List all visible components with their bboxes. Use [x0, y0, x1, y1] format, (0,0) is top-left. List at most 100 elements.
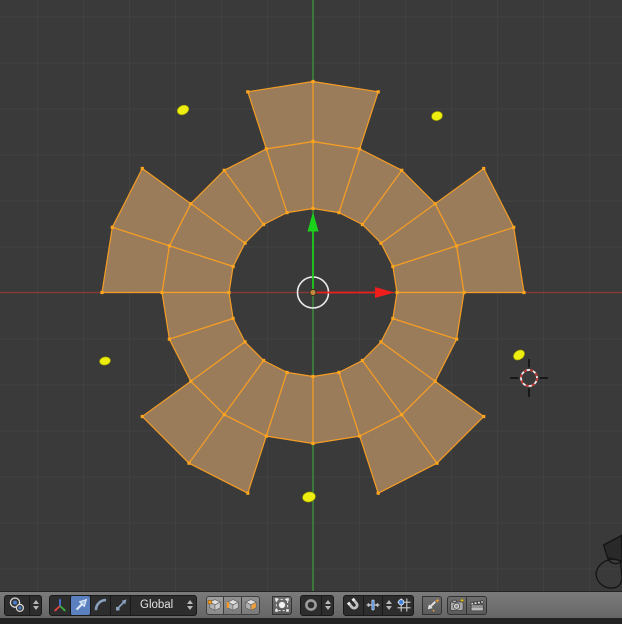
- scale-manipulator-button[interactable]: [110, 595, 130, 615]
- gear-vertex[interactable]: [264, 147, 268, 151]
- stepper-down-icon[interactable]: [385, 606, 392, 610]
- stepper-up-icon[interactable]: [385, 600, 392, 604]
- proportional-edit-stepper[interactable]: [321, 595, 333, 615]
- edge-select-icon: [226, 599, 239, 611]
- gear-vertex[interactable]: [160, 290, 164, 295]
- stepper-up-icon: [187, 600, 193, 604]
- gear-vertex[interactable]: [243, 241, 247, 245]
- translate-manipulator-button[interactable]: [70, 595, 90, 615]
- vertex-select-icon: [207, 599, 221, 611]
- mesh-select-mode: [206, 595, 260, 615]
- gear-vertex[interactable]: [140, 414, 144, 419]
- gear-vertex[interactable]: [311, 139, 315, 144]
- gear-vertex[interactable]: [337, 370, 341, 374]
- gear-vertex[interactable]: [522, 290, 526, 295]
- gear-vertex[interactable]: [311, 441, 315, 446]
- orientation-dropdown[interactable]: Global: [130, 595, 196, 615]
- snap-target-icon: [397, 598, 410, 612]
- rotate-manipulator-button[interactable]: [90, 595, 110, 615]
- gear-vertex[interactable]: [167, 244, 171, 248]
- gear-vertex[interactable]: [337, 211, 341, 215]
- manipulator-toggle-button[interactable]: [50, 596, 70, 615]
- gear-vertex[interactable]: [311, 206, 315, 211]
- clapper-icon: [469, 600, 484, 612]
- gear-vertex[interactable]: [311, 79, 315, 84]
- gear-vertex[interactable]: [482, 166, 486, 171]
- gear-vertex[interactable]: [246, 491, 250, 495]
- vertex-select-button[interactable]: [206, 595, 224, 615]
- gear-vertex[interactable]: [311, 374, 315, 379]
- gear-vertex[interactable]: [379, 340, 383, 344]
- stepper-down-icon[interactable]: [32, 606, 39, 610]
- camera-icon: [450, 597, 465, 611]
- gear-vertex[interactable]: [222, 168, 226, 172]
- gear-vertex[interactable]: [455, 244, 459, 248]
- 3d-viewport[interactable]: [0, 0, 622, 591]
- gear-vertex[interactable]: [246, 90, 250, 94]
- snap-target-button[interactable]: [394, 596, 413, 615]
- gear-vertex[interactable]: [187, 461, 191, 465]
- snap-toggle-button[interactable]: [344, 596, 363, 615]
- gear-vertex[interactable]: [167, 337, 171, 341]
- face-select-icon: [244, 599, 257, 611]
- gear-vertex[interactable]: [391, 316, 395, 321]
- face-select-button[interactable]: [242, 595, 260, 615]
- gear-vertex[interactable]: [231, 316, 235, 321]
- gear-vertex[interactable]: [455, 337, 459, 341]
- occlude-toggle: [272, 595, 292, 615]
- snap-element-stepper[interactable]: [382, 595, 394, 615]
- gear-vertex[interactable]: [462, 290, 466, 295]
- proportional-edit-button[interactable]: [301, 596, 321, 615]
- gear-vertex[interactable]: [360, 358, 364, 363]
- gear-vertex[interactable]: [435, 461, 439, 465]
- snap-element-button[interactable]: [363, 595, 382, 615]
- gear-vertex[interactable]: [262, 358, 266, 363]
- gear-vertex[interactable]: [243, 340, 247, 344]
- gear-vertex[interactable]: [400, 168, 404, 172]
- gear-vertex[interactable]: [379, 241, 383, 245]
- gear-vertex[interactable]: [262, 222, 266, 227]
- gear-vertex[interactable]: [433, 379, 437, 383]
- proportional-editing: [300, 594, 334, 616]
- gear-vertex[interactable]: [140, 166, 144, 171]
- stepper-up-icon[interactable]: [324, 600, 331, 604]
- gear-vertex[interactable]: [285, 370, 289, 374]
- gear-vertex[interactable]: [231, 264, 235, 269]
- gear-vertex[interactable]: [285, 211, 289, 215]
- scale-icon: [115, 599, 127, 611]
- gear-vertex[interactable]: [264, 434, 268, 438]
- gear-vertex[interactable]: [482, 414, 486, 419]
- gear-vertex[interactable]: [100, 290, 104, 295]
- gear-vertex[interactable]: [395, 290, 399, 295]
- gear-vertex[interactable]: [222, 413, 226, 417]
- gear-vertex[interactable]: [400, 413, 404, 417]
- opengl-render-still-button[interactable]: [447, 595, 467, 615]
- gear-vertex[interactable]: [512, 225, 516, 229]
- editor-type-selector: [4, 594, 42, 616]
- gear-vertex[interactable]: [433, 202, 437, 206]
- gear-vertex[interactable]: [189, 379, 193, 383]
- editor-type-button[interactable]: [5, 596, 29, 615]
- opengl-render-anim-button[interactable]: [467, 595, 487, 615]
- magnet-icon: [346, 597, 358, 610]
- gear-vertex[interactable]: [391, 264, 395, 269]
- viewport-header-toolbar: Global: [0, 591, 622, 618]
- orientation-stepper[interactable]: [187, 596, 196, 615]
- stepper-up-icon[interactable]: [32, 600, 39, 604]
- edge-select-button[interactable]: [224, 595, 242, 615]
- stepper-down-icon[interactable]: [324, 606, 331, 610]
- gear-vertex[interactable]: [358, 434, 362, 438]
- snap-project-button[interactable]: [422, 595, 442, 615]
- editor-type-stepper[interactable]: [29, 595, 41, 615]
- opengl-render: [447, 595, 487, 615]
- gear-vertex[interactable]: [376, 491, 380, 495]
- gear-vertex[interactable]: [227, 290, 231, 295]
- gear-vertex[interactable]: [110, 225, 114, 229]
- gear-vertex[interactable]: [189, 202, 193, 206]
- gear-vertex[interactable]: [360, 222, 364, 227]
- limit-selection-visible-button[interactable]: [272, 595, 292, 615]
- orientation-label: Global: [140, 599, 174, 611]
- gear-vertex[interactable]: [376, 90, 380, 94]
- viewport-canvas[interactable]: [0, 0, 622, 591]
- gear-vertex[interactable]: [358, 147, 362, 151]
